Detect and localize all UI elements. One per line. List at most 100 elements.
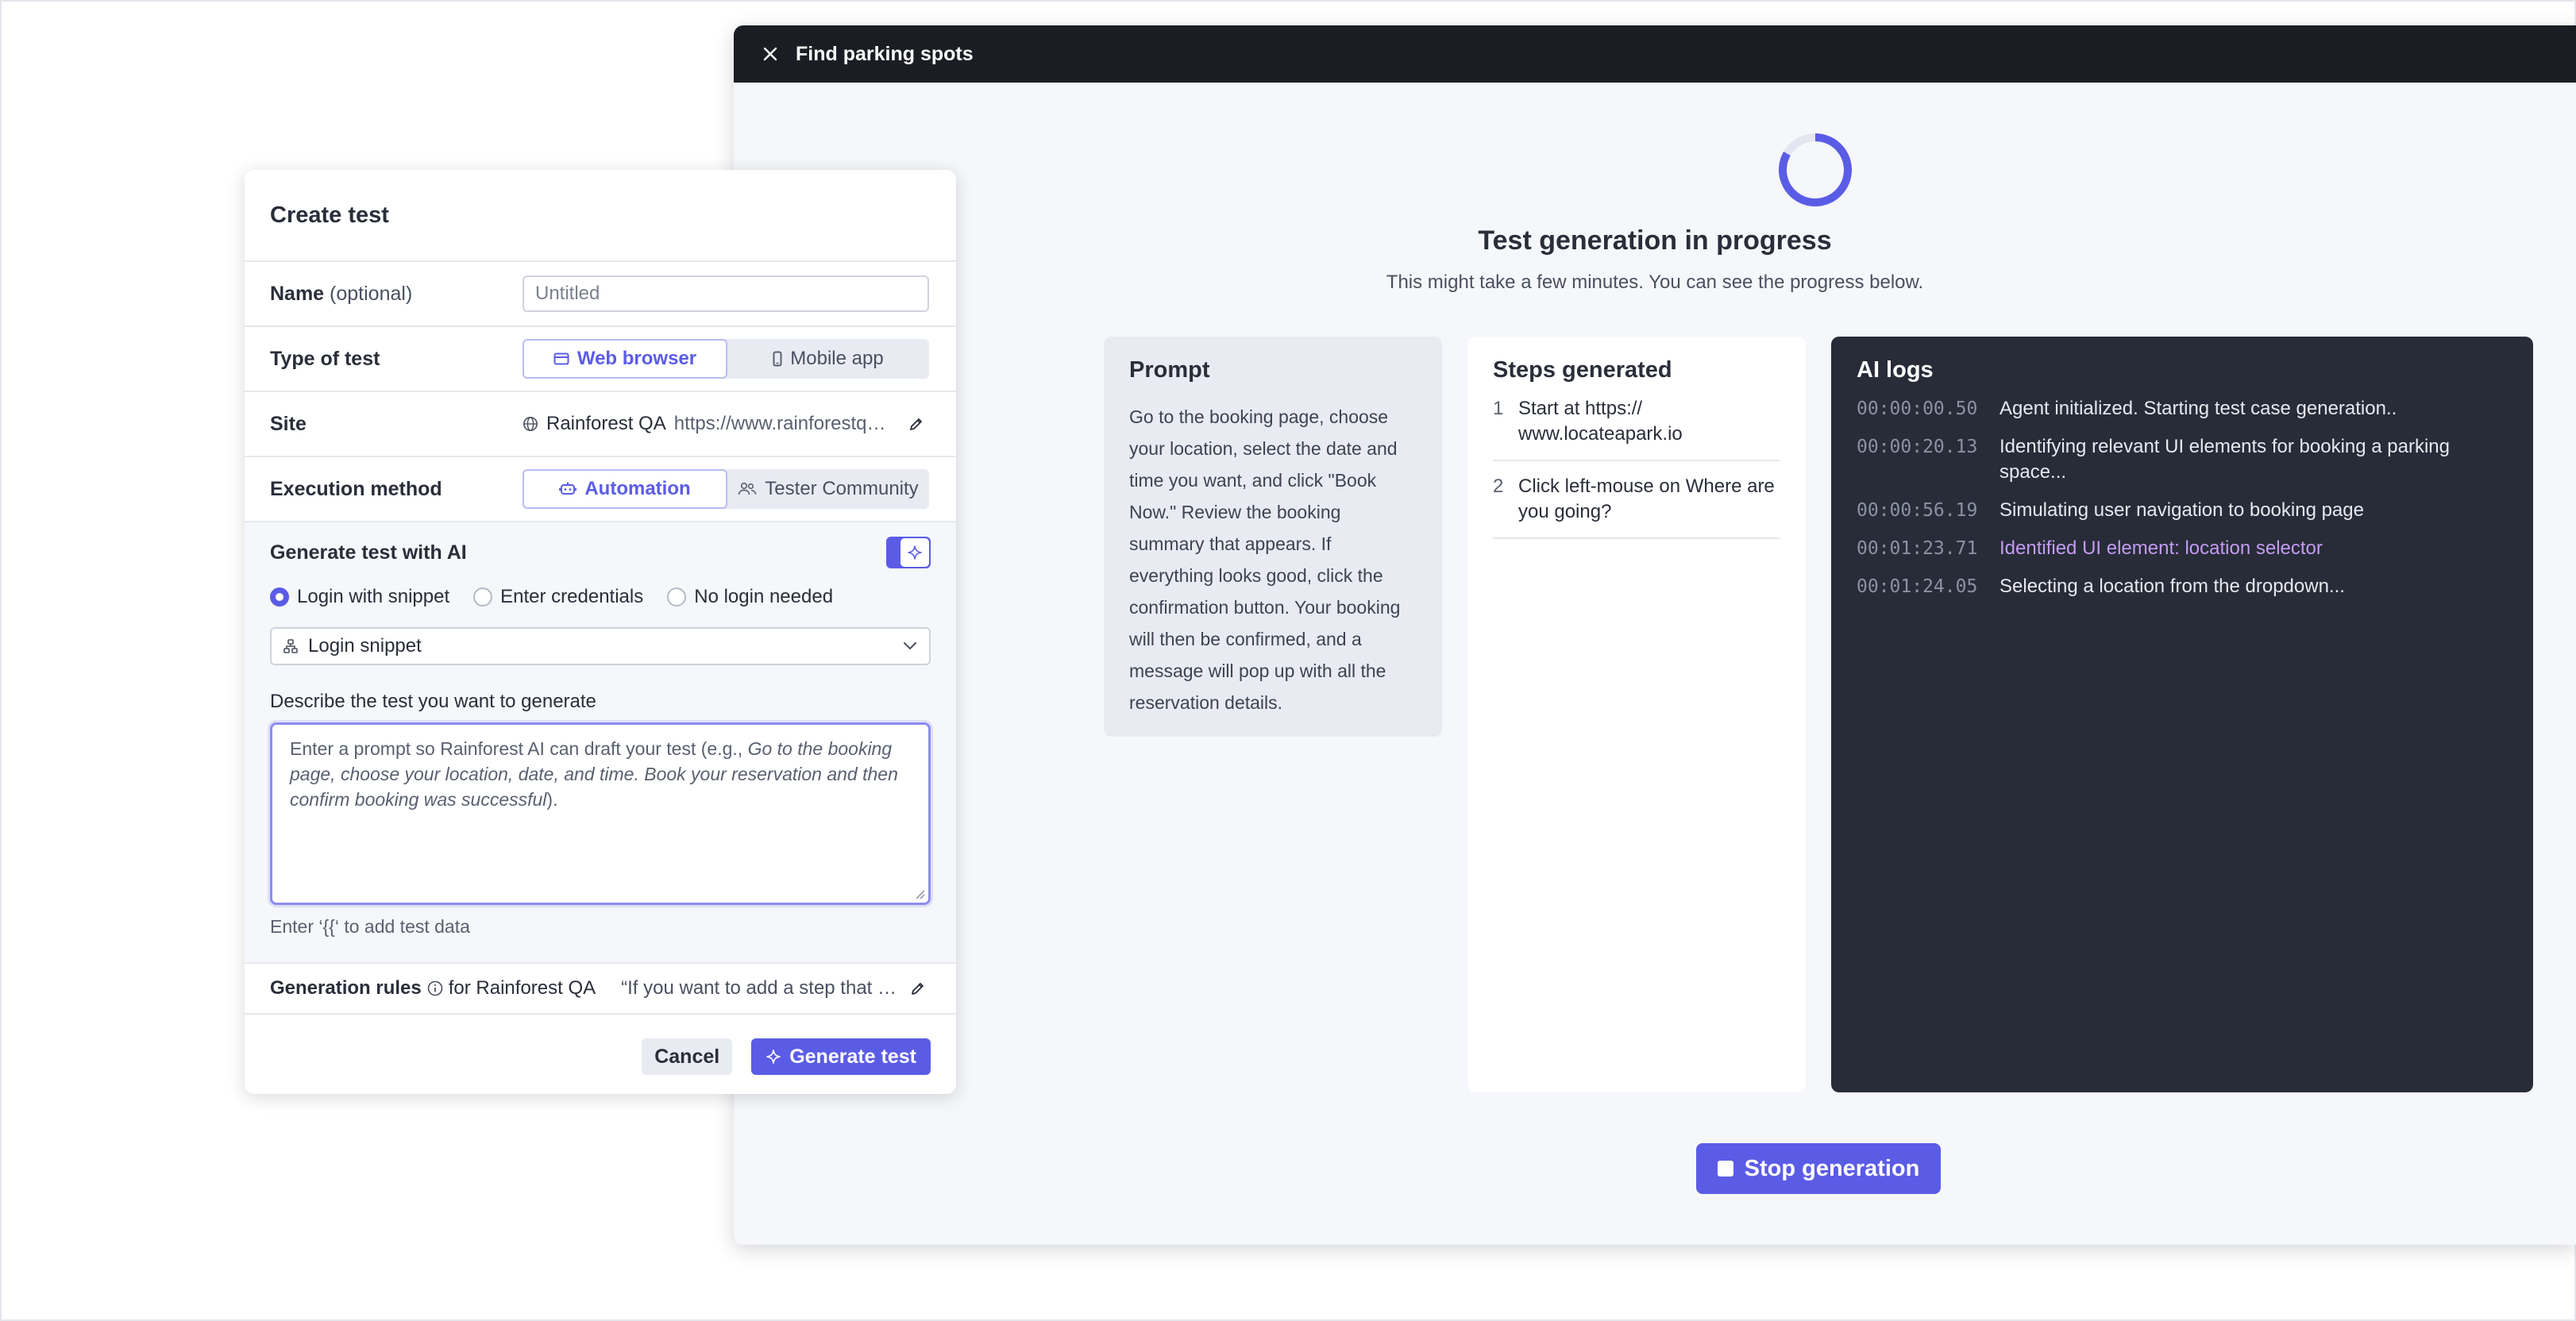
ai-logs-title: AI logs xyxy=(1857,357,1934,383)
ai-logs-card: AI logs 00:00:00.50 Agent initialized. S… xyxy=(1831,337,2533,1092)
log-time: 00:00:56.19 xyxy=(1857,500,1978,521)
mobile-icon xyxy=(773,351,782,367)
step-item: 1 Start at https:// www.locateapark.io xyxy=(1493,383,1780,461)
login-with-snippet-radio[interactable]: Login with snippet xyxy=(270,586,449,608)
log-row: 00:00:00.50 Agent initialized. Starting … xyxy=(1857,396,2508,422)
enter-credentials-label: Enter credentials xyxy=(500,586,644,607)
edit-site-pencil-icon[interactable] xyxy=(904,411,929,437)
name-label-text: Name xyxy=(270,282,325,305)
type-segmented-control: Web browser Mobile app xyxy=(523,339,929,379)
login-snippet-select[interactable]: Login snippet xyxy=(270,627,931,665)
prompt-card-text: Go to the booking page, choose your loca… xyxy=(1129,406,1401,713)
generation-rules-quote: “If you want to add a step that opens a … xyxy=(621,977,905,999)
snippet-tree-icon xyxy=(283,639,298,653)
log-row: 00:01:23.71 Identified UI element: locat… xyxy=(1857,536,2508,561)
chevron-down-icon xyxy=(904,642,916,649)
ai-panel-header: Generate test with AI xyxy=(270,537,931,568)
log-message: Selecting a location from the dropdown..… xyxy=(1999,576,2345,597)
globe-icon xyxy=(523,417,538,431)
prompt-card: Prompt Go to the booking page, choose yo… xyxy=(1104,337,1442,737)
name-optional-text: (optional) xyxy=(330,282,413,305)
test-description-textarea[interactable]: Enter a prompt so Rainforest AI can draf… xyxy=(270,722,931,905)
log-message: Agent initialized. Starting test case ge… xyxy=(1999,398,2397,419)
dialog-footer: Cancel Generate test xyxy=(245,1015,956,1075)
site-label: Site xyxy=(270,412,307,435)
site-value: Rainforest QA https://www.rainforestqa.c… xyxy=(523,411,929,437)
web-browser-option[interactable]: Web browser xyxy=(523,339,727,379)
mobile-app-label: Mobile app xyxy=(790,348,884,369)
step-text: Start at https:// www.locateapark.io xyxy=(1518,398,1683,445)
radio-unselected-icon xyxy=(473,587,493,607)
name-row: Name (optional) xyxy=(245,262,956,327)
prompt-card-title: Prompt xyxy=(1129,357,1210,383)
ai-panel-title: Generate test with AI xyxy=(270,541,467,564)
loading-spinner-icon xyxy=(1779,133,1852,206)
log-time: 00:00:20.13 xyxy=(1857,437,1978,457)
log-row: 00:00:20.13 Identifying relevant UI elem… xyxy=(1857,434,2508,485)
sparkle-icon xyxy=(900,538,929,567)
login-with-snippet-label: Login with snippet xyxy=(297,586,450,607)
radio-selected-icon xyxy=(270,587,289,607)
cancel-button[interactable]: Cancel xyxy=(642,1038,733,1075)
progress-subtitle: This might take a few minutes. You can s… xyxy=(1386,272,1924,293)
ai-toggle[interactable] xyxy=(886,537,931,568)
generate-test-label: Generate test xyxy=(789,1045,916,1068)
people-icon xyxy=(738,482,757,495)
generation-rules-row: Generation rules for Rainforest QA “If y… xyxy=(245,964,956,1015)
step-item: 2 Click left-mouse on Where are you goin… xyxy=(1493,461,1780,539)
generation-rules-label: Generation rules xyxy=(270,977,422,999)
create-test-dialog: Create test Name (optional) Type of test… xyxy=(245,170,956,1094)
execution-label: Execution method xyxy=(270,477,442,500)
site-url: https://www.rainforestqa.com xyxy=(673,413,896,434)
login-radio-group: Login with snippet Enter credentials No … xyxy=(270,586,931,608)
log-row: 00:01:24.05 Selecting a location from th… xyxy=(1857,574,2508,599)
window-title: Find parking spots xyxy=(796,42,974,65)
step-number: 2 xyxy=(1493,476,1504,497)
name-label: Name (optional) xyxy=(270,283,523,306)
enter-credentials-radio[interactable]: Enter credentials xyxy=(473,586,643,608)
generation-window: Find parking spots Test generation in pr… xyxy=(734,25,2576,1245)
mobile-app-option[interactable]: Mobile app xyxy=(727,339,929,379)
execution-row: Execution method Automation Tester Commu… xyxy=(245,457,956,522)
name-input[interactable] xyxy=(523,275,929,312)
radio-unselected-icon xyxy=(667,587,687,607)
tester-community-option[interactable]: Tester Community xyxy=(727,469,929,509)
sparkle-icon xyxy=(766,1049,781,1064)
log-time: 00:00:00.50 xyxy=(1857,399,1978,419)
stop-icon xyxy=(1717,1161,1733,1177)
tester-community-label: Tester Community xyxy=(765,478,919,499)
resize-grip-icon[interactable] xyxy=(914,888,925,899)
info-icon[interactable] xyxy=(426,980,444,997)
stop-generation-button[interactable]: Stop generation xyxy=(1696,1143,1941,1194)
log-time: 00:01:24.05 xyxy=(1857,576,1978,597)
generation-rules-for: for Rainforest QA xyxy=(448,977,596,999)
generate-test-button[interactable]: Generate test xyxy=(751,1038,931,1075)
step-number: 1 xyxy=(1493,398,1504,419)
stop-generation-label: Stop generation xyxy=(1744,1155,1920,1181)
no-login-needed-label: No login needed xyxy=(694,586,834,607)
type-label: Type of test xyxy=(270,347,380,370)
progress-title: Test generation in progress xyxy=(1478,225,1832,256)
describe-test-label: Describe the test you want to generate xyxy=(270,691,596,712)
automation-option[interactable]: Automation xyxy=(523,469,727,509)
web-browser-label: Web browser xyxy=(577,348,697,369)
robot-icon xyxy=(559,482,577,495)
close-icon[interactable] xyxy=(754,38,786,70)
create-test-title: Create test xyxy=(245,170,956,262)
type-row: Type of test Web browser Mobile app xyxy=(245,327,956,392)
log-time: 00:01:23.71 xyxy=(1857,538,1978,559)
edit-rules-pencil-icon[interactable] xyxy=(905,976,931,1001)
site-row: Site Rainforest QA https://www.rainfores… xyxy=(245,392,956,457)
no-login-needed-radio[interactable]: No login needed xyxy=(667,586,833,608)
log-message-highlighted: Identified UI element: location selector xyxy=(1999,537,2323,559)
textarea-placeholder-suffix: ). xyxy=(546,789,558,810)
log-message: Simulating user navigation to booking pa… xyxy=(1999,499,2364,521)
execution-segmented-control: Automation Tester Community xyxy=(523,469,929,509)
step-text: Click left-mouse on Where are you going? xyxy=(1518,476,1775,522)
steps-card-title: Steps generated xyxy=(1493,357,1672,383)
log-row: 00:00:56.19 Simulating user navigation t… xyxy=(1857,498,2508,523)
site-name: Rainforest QA xyxy=(546,413,666,434)
generate-with-ai-panel: Generate test with AI Login with snippet… xyxy=(245,522,956,964)
automation-label: Automation xyxy=(584,478,691,499)
textarea-placeholder-prefix: Enter a prompt so Rainforest AI can draf… xyxy=(290,738,748,759)
